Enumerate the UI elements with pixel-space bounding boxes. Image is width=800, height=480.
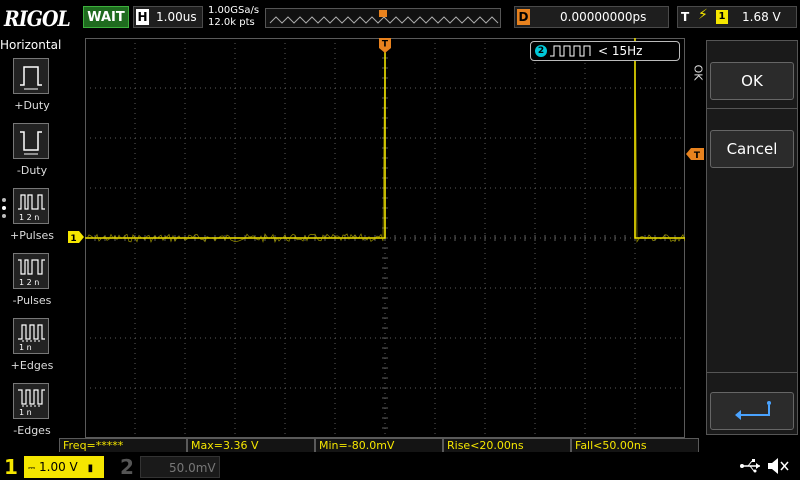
measurement-max[interactable]: Max=3.36 V xyxy=(187,438,315,452)
run-state-badge[interactable]: WAIT xyxy=(83,6,129,28)
ch2-scale-box[interactable]: 50.0mV xyxy=(140,456,220,478)
svg-text:1 n: 1 n xyxy=(19,408,32,417)
usb-icon xyxy=(740,459,760,473)
memory-depth: 12.0k pts xyxy=(208,17,255,28)
ch1-scale: 1.00 V xyxy=(39,460,78,474)
svg-text:1 n: 1 n xyxy=(19,343,32,352)
menu-divider xyxy=(706,108,798,109)
measurement-fall[interactable]: Fall<50.00ns xyxy=(571,438,699,452)
ch2-scale: 50.0mV xyxy=(169,461,216,475)
timebase-label: H xyxy=(136,9,149,25)
svg-text:1 2 n: 1 2 n xyxy=(19,278,39,287)
trigger-level: 1.68 V xyxy=(742,10,781,24)
ch2-number[interactable]: 2 xyxy=(116,454,138,480)
menu-negative-pulses[interactable]: 1 2 n -Pulses xyxy=(4,253,60,315)
svg-text:T: T xyxy=(694,151,701,160)
sample-rate: 1.00GSa/s xyxy=(208,5,260,16)
rising-edge-icon: ⚡ xyxy=(698,7,708,23)
return-arrow-icon xyxy=(735,401,771,420)
measurement-freq[interactable]: Freq=***** xyxy=(59,438,187,452)
menu-negative-duty[interactable]: -Duty xyxy=(4,123,60,185)
counter-channel: 2 xyxy=(535,45,547,57)
menu-label: +Duty xyxy=(14,99,50,112)
measurement-min[interactable]: Min=-80.0mV xyxy=(315,438,443,452)
trigger-label: T xyxy=(681,10,690,24)
cancel-button[interactable]: Cancel xyxy=(710,130,794,168)
trigger-source: 1 xyxy=(716,10,728,24)
trigger-position-marker[interactable]: T xyxy=(378,38,392,54)
menu-label: +Edges xyxy=(10,359,54,372)
ch1-offset-marker[interactable]: 1 xyxy=(68,231,84,243)
ok-button[interactable]: OK xyxy=(710,62,794,100)
delay-label: D xyxy=(517,9,530,25)
svg-text:1 2 n: 1 2 n xyxy=(19,213,39,222)
side-ok-label: OK xyxy=(691,64,705,81)
svg-text:T: T xyxy=(382,40,389,50)
timebase-value: 1.00us xyxy=(156,10,197,24)
positive-edges-icon: 1 n xyxy=(13,318,49,354)
negative-edges-icon: 1 n xyxy=(13,383,49,419)
speaker-mute-icon[interactable] xyxy=(766,457,790,475)
menu-positive-pulses[interactable]: 1 2 n +Pulses xyxy=(4,188,60,250)
menu-label: +Pulses xyxy=(10,229,54,242)
delay-value: 0.00000000ps xyxy=(560,10,647,24)
menu-label: -Pulses xyxy=(12,294,52,307)
menu-positive-duty[interactable]: +Duty xyxy=(4,58,60,120)
menu-label: -Edges xyxy=(13,424,51,437)
return-button[interactable] xyxy=(710,392,794,430)
menu-negative-edges[interactable]: 1 n -Edges xyxy=(4,383,60,445)
bandwidth-limit-icon: ▮ xyxy=(87,463,94,474)
measurement-bar: Freq=***** Max=3.36 V Min=-80.0mV Rise<2… xyxy=(59,438,699,452)
trigger-level-marker[interactable]: T xyxy=(686,148,704,160)
memory-overview-icon xyxy=(269,10,499,24)
ch1-scale-box[interactable]: ⎓ 1.00 V ▮ xyxy=(24,456,104,478)
measurement-rise[interactable]: Rise<20.00ns xyxy=(443,438,571,452)
pulse-train-icon xyxy=(550,45,591,57)
positive-pulses-icon: 1 2 n xyxy=(13,188,49,224)
counter-value: < 15Hz xyxy=(598,44,643,58)
dc-coupling-icon: ⎓ xyxy=(28,464,36,474)
negative-pulses-icon: 1 2 n xyxy=(13,253,49,289)
menu-label: -Duty xyxy=(16,164,48,177)
left-menu-title: Horizontal xyxy=(0,38,62,52)
ch1-number[interactable]: 1 xyxy=(0,454,22,480)
menu-divider xyxy=(706,372,798,373)
positive-duty-icon xyxy=(13,58,49,94)
svg-text:1: 1 xyxy=(70,234,76,243)
waveform-display[interactable] xyxy=(85,38,685,438)
brand-logo: RIGOL xyxy=(4,6,71,31)
menu-positive-edges[interactable]: 1 n +Edges xyxy=(4,318,60,380)
negative-duty-icon xyxy=(13,123,49,159)
acquisition-info: 1.00GSa/s 12.0k pts xyxy=(208,5,259,29)
trigger-position-bar[interactable] xyxy=(265,8,501,28)
